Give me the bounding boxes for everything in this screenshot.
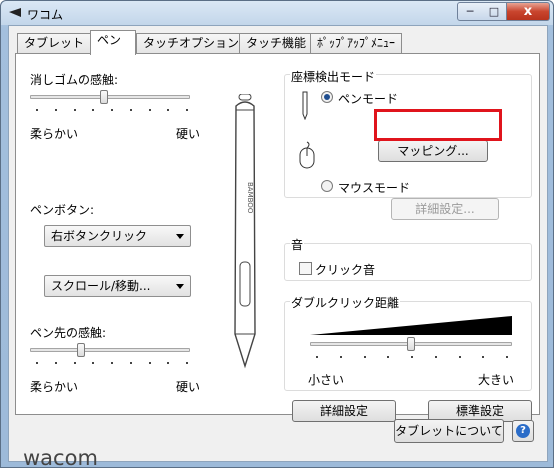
pen-settings-panel: 消しゴムの感触: 柔らかい 硬い ペンボタン: 右ボタンクリック スクロール/移… bbox=[15, 53, 540, 422]
slider-tick bbox=[316, 356, 318, 358]
tip-max-label: 硬い bbox=[176, 380, 201, 394]
pen-button-label: ペンボタン: bbox=[30, 203, 95, 217]
dialog-client: タブレット ペン タッチオプション タッチ機能 ﾎﾟｯﾌﾟｱｯﾌﾟﾒﾆｭｰ 消し… bbox=[8, 25, 548, 470]
tab-pen[interactable]: ペン bbox=[90, 30, 136, 55]
help-icon: ? bbox=[516, 424, 530, 438]
mouse-mode-radio[interactable] bbox=[321, 180, 333, 192]
pen-brand-text: BAMBOO bbox=[246, 182, 254, 214]
click-sound-checkbox[interactable] bbox=[299, 262, 312, 275]
slider-tick bbox=[92, 362, 95, 364]
mouse-mode-icon bbox=[299, 141, 315, 169]
title-bar[interactable]: ワコム ─ □ x bbox=[1, 1, 553, 25]
slider-tick bbox=[73, 362, 76, 364]
eraser-feel-label: 消しゴムの感触: bbox=[30, 73, 119, 87]
upper-button-select[interactable]: 右ボタンクリック bbox=[44, 225, 191, 247]
tab-touch-options[interactable]: タッチオプション bbox=[136, 33, 240, 54]
mode-group-title: 座標検出モード bbox=[290, 68, 377, 85]
maximize-button[interactable]: □ bbox=[482, 2, 507, 21]
tip-feel-label: ペン先の感触: bbox=[30, 326, 107, 340]
mouse-mode-label: マウスモード bbox=[338, 181, 411, 195]
slider-tick bbox=[387, 356, 390, 358]
help-button[interactable]: ? bbox=[512, 420, 534, 442]
slider-tick bbox=[92, 109, 95, 111]
double-click-title: ダブルクリック距離 bbox=[290, 294, 401, 311]
mapping-highlight-box bbox=[374, 109, 502, 141]
slider-tick bbox=[434, 356, 437, 358]
slider-tick bbox=[129, 362, 132, 364]
slider-tick bbox=[148, 109, 151, 111]
pen-tablet-icon bbox=[9, 8, 21, 17]
pen-mode-icon bbox=[302, 91, 308, 120]
double-click-min-label: 小さい bbox=[308, 373, 345, 387]
eraser-feel-track bbox=[30, 95, 190, 99]
slider-tick bbox=[167, 109, 170, 111]
slider-tick bbox=[148, 362, 151, 364]
tab-popup-menu[interactable]: ﾎﾟｯﾌﾟｱｯﾌﾟﾒﾆｭｰ bbox=[310, 33, 402, 54]
upper-button-value: 右ボタンクリック bbox=[51, 229, 148, 243]
slider-tick bbox=[54, 109, 57, 111]
slider-tick bbox=[111, 109, 113, 111]
distance-wedge bbox=[310, 316, 512, 335]
advanced-settings-button[interactable]: 詳細設定 bbox=[292, 400, 396, 422]
about-tablet-button[interactable]: タブレットについて bbox=[394, 419, 504, 443]
tip-feel-slider[interactable] bbox=[77, 343, 85, 357]
slider-tick bbox=[54, 362, 57, 364]
slider-tick bbox=[186, 362, 188, 364]
slider-tick bbox=[36, 362, 38, 364]
click-sound-label: クリック音 bbox=[315, 263, 376, 277]
lower-button-select[interactable]: スクロール/移動... bbox=[44, 275, 191, 297]
wacom-properties-window: ワコム ─ □ x タブレット ペン タッチオプション タッチ機能 ﾎﾟｯﾌﾟｱ… bbox=[0, 0, 554, 470]
pen-mode-label: ペンモード bbox=[338, 92, 399, 106]
close-button[interactable]: x bbox=[506, 2, 550, 21]
eraser-max-label: 硬い bbox=[176, 127, 201, 141]
chevron-down-icon bbox=[176, 234, 184, 239]
eraser-feel-slider[interactable] bbox=[99, 90, 108, 104]
pen-mode-radio[interactable] bbox=[321, 91, 333, 103]
slider-tick bbox=[36, 109, 38, 111]
tip-min-label: 柔らかい bbox=[30, 380, 79, 394]
slider-tick bbox=[167, 362, 170, 364]
chevron-down-icon bbox=[176, 284, 184, 289]
slider-tick bbox=[111, 362, 113, 364]
tab-tablet[interactable]: タブレット bbox=[17, 33, 91, 54]
pen-illustration: BAMBOO bbox=[234, 94, 256, 369]
slider-tick bbox=[506, 356, 508, 358]
slider-tick bbox=[411, 356, 413, 358]
slider-tick bbox=[339, 356, 342, 358]
slider-tick bbox=[129, 109, 132, 111]
window-title: ワコム bbox=[27, 8, 64, 22]
slider-tick bbox=[363, 356, 366, 358]
slider-tick bbox=[186, 109, 188, 111]
lower-button-value: スクロール/移動... bbox=[51, 279, 151, 293]
slider-tick bbox=[458, 356, 461, 358]
tip-feel-track bbox=[30, 348, 190, 352]
wacom-logo: wacom bbox=[23, 446, 98, 470]
tab-touch-functions[interactable]: タッチ機能 bbox=[239, 33, 311, 54]
minimize-button[interactable]: ─ bbox=[457, 2, 483, 21]
slider-tick bbox=[73, 109, 76, 111]
eraser-min-label: 柔らかい bbox=[30, 127, 79, 141]
slider-tick bbox=[482, 356, 485, 358]
mode-details-button[interactable]: 詳細設定... bbox=[391, 198, 499, 220]
mapping-button[interactable]: マッピング... bbox=[378, 140, 488, 162]
sound-group-title: 音 bbox=[290, 236, 305, 253]
double-click-slider[interactable] bbox=[407, 337, 415, 351]
double-click-max-label: 大きい bbox=[478, 373, 515, 387]
